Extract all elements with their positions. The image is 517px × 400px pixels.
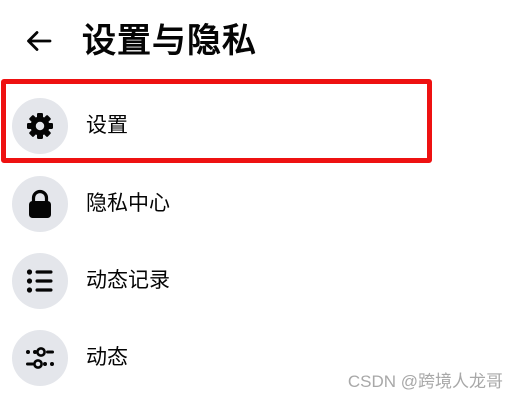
arrow-left-icon xyxy=(27,31,52,51)
lock-icon xyxy=(29,189,51,218)
sliders-icon xyxy=(26,347,54,369)
page-title: 设置与隐私 xyxy=(82,22,257,60)
menu-item-activity-log[interactable]: 动态记录 xyxy=(0,245,440,317)
activity-icon-circle xyxy=(12,330,68,386)
activity-log-icon-circle xyxy=(12,253,68,309)
settings-icon-circle xyxy=(12,98,68,154)
back-button[interactable] xyxy=(22,26,56,56)
gear-icon xyxy=(27,113,53,139)
menu-item-privacy-center[interactable]: 隐私中心 xyxy=(0,168,440,240)
list-icon xyxy=(26,269,53,293)
privacy-icon-circle xyxy=(12,176,68,232)
menu-item-settings[interactable]: 设置 xyxy=(0,90,440,162)
menu-label-privacy-center: 隐私中心 xyxy=(86,192,170,215)
header: 设置与隐私 xyxy=(0,0,517,82)
watermark: CSDN @跨境人龙哥 xyxy=(347,372,503,391)
menu-label-activity: 动态 xyxy=(86,346,128,369)
menu-label-activity-log: 动态记录 xyxy=(86,269,170,292)
menu-label-settings: 设置 xyxy=(86,114,128,137)
